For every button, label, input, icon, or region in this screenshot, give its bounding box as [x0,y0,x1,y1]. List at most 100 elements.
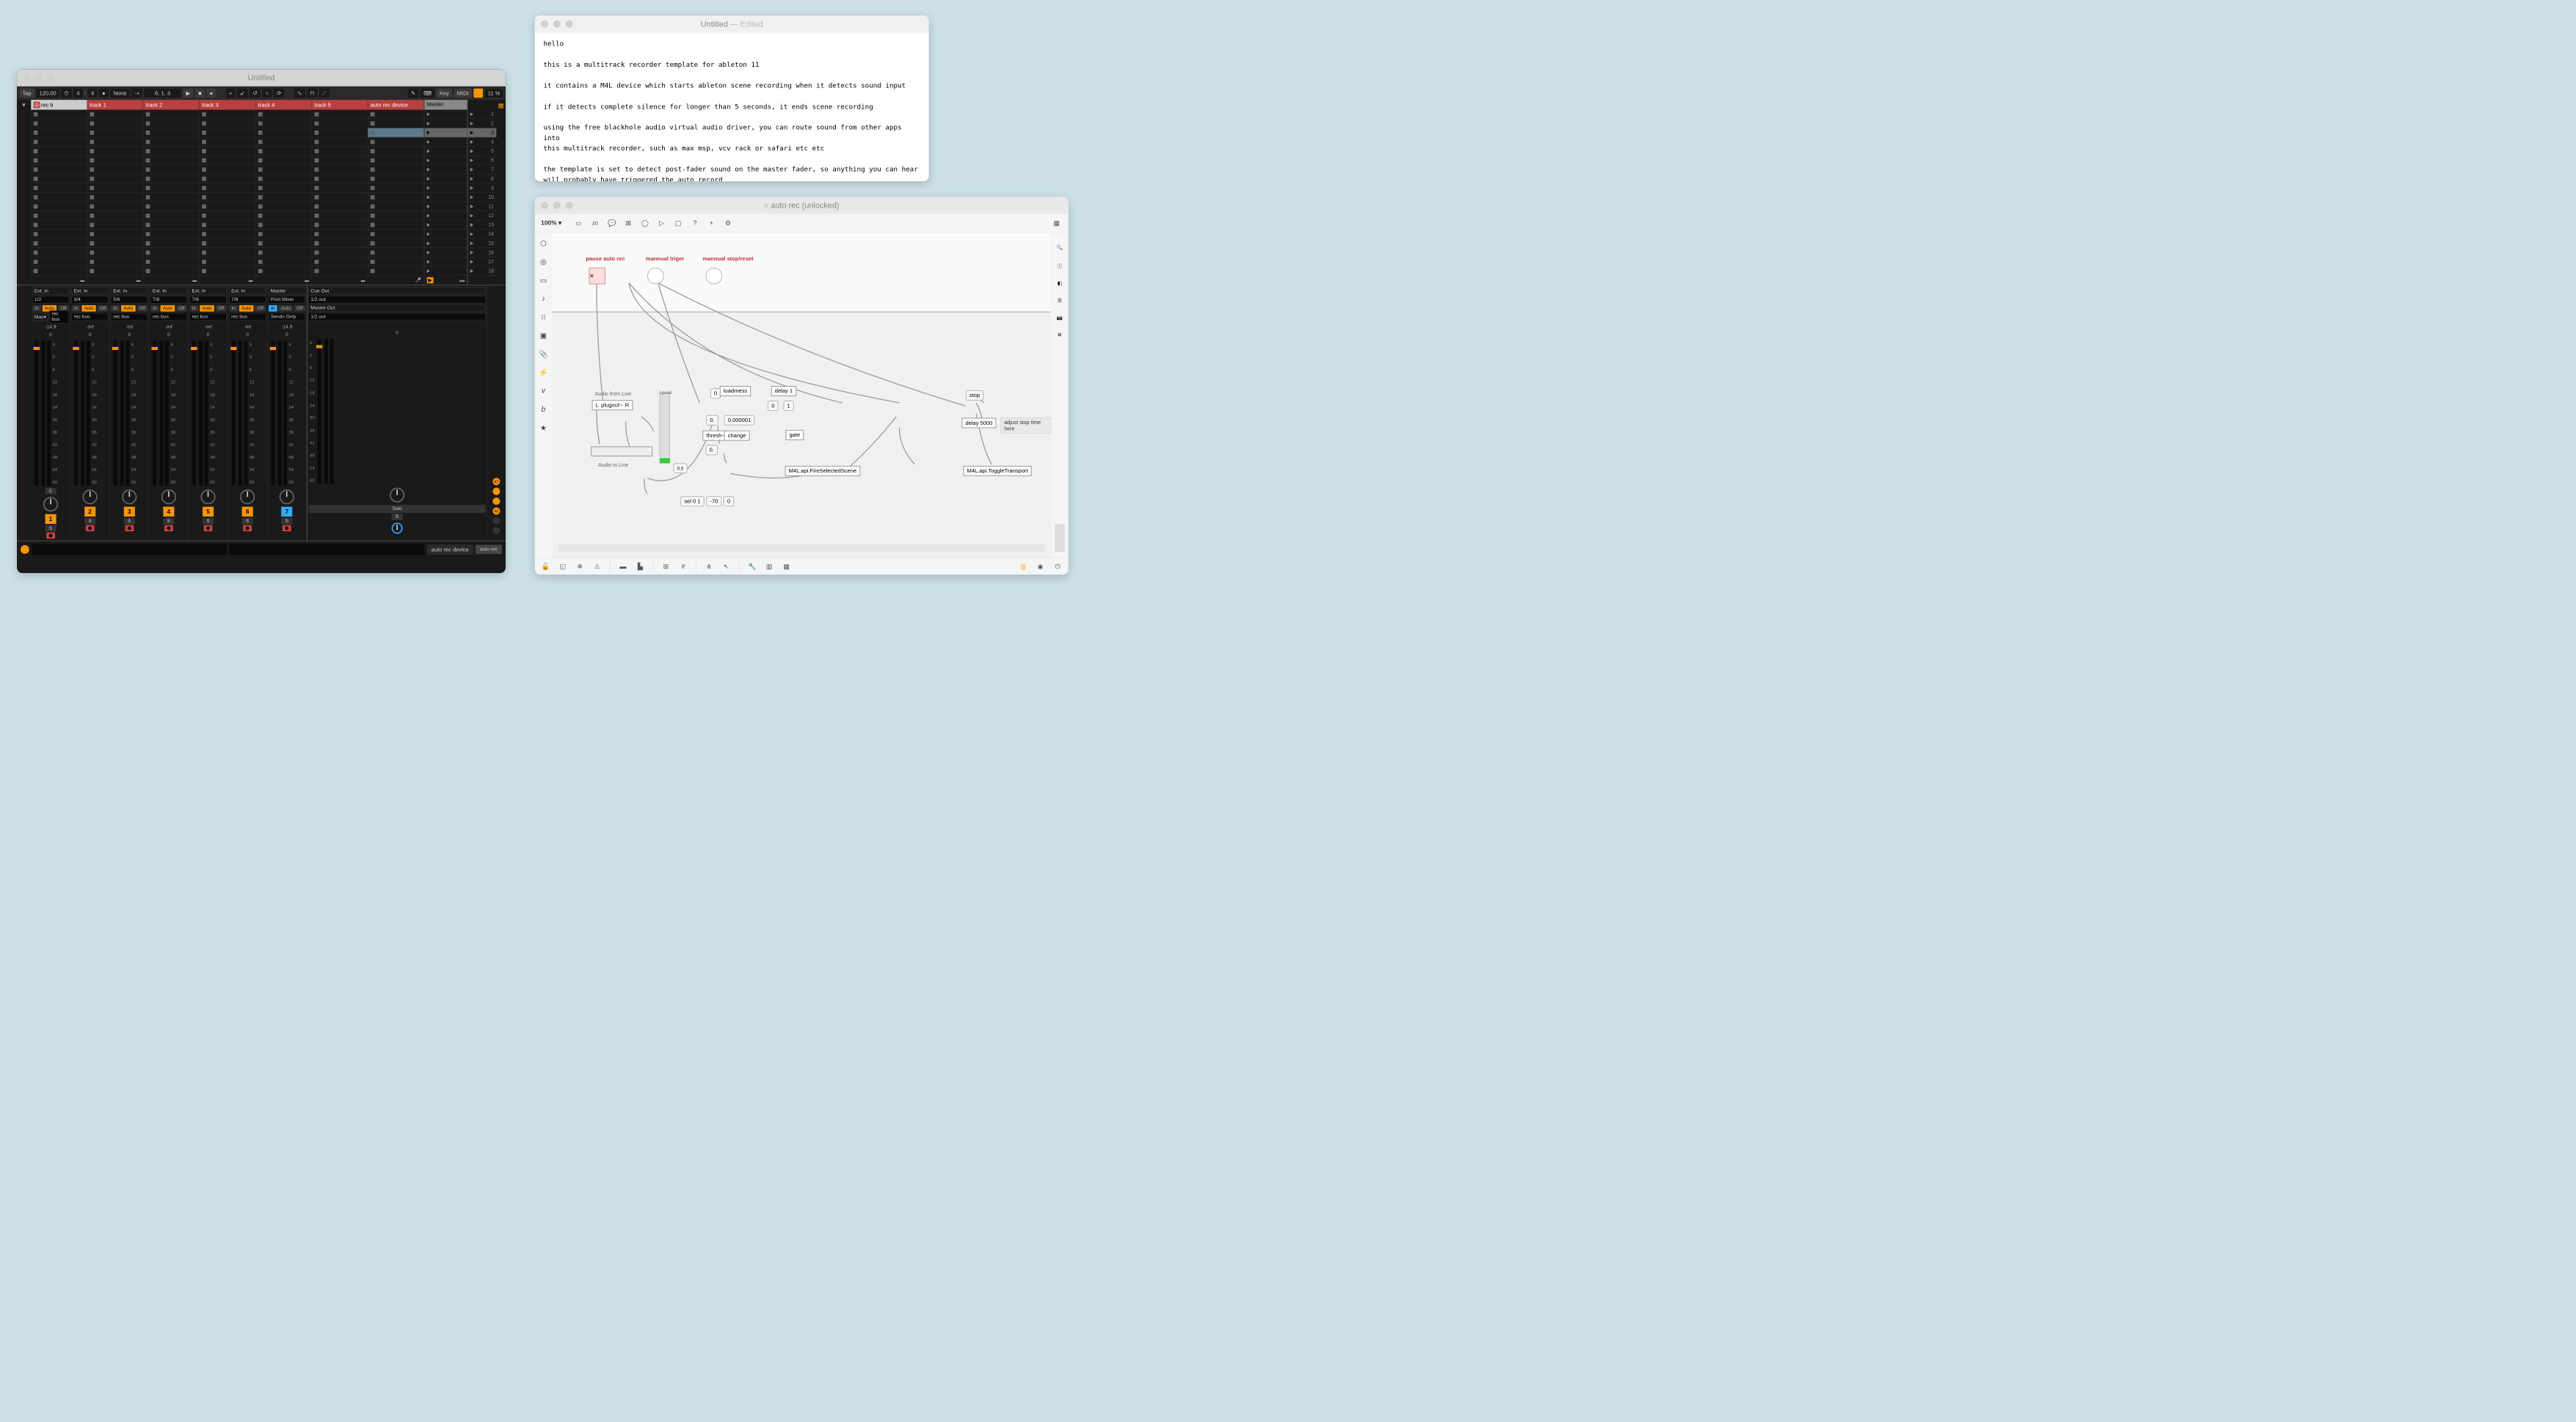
master-scene-slot[interactable] [424,193,467,203]
clip-slot[interactable] [255,137,311,147]
clip-slot[interactable] [200,230,255,239]
scene-launch[interactable]: 1 [467,110,496,120]
clip-slot[interactable] [87,147,143,156]
output-routing[interactable]: rec bus [50,310,69,324]
tempo-field[interactable]: 120.00 [36,89,59,98]
clip-slot[interactable] [87,266,143,276]
send-value[interactable]: 0 [72,332,109,338]
input-type[interactable]: Ext. In [150,288,187,295]
clip-slot[interactable] [312,266,368,276]
stop-msg[interactable]: stop [966,390,983,401]
minimize-icon[interactable] [553,21,561,28]
delay1-object[interactable]: delay 1 [771,386,796,396]
monitor-off[interactable]: Off [294,305,305,312]
sidebar-icon[interactable]: ◧ [1058,280,1062,286]
plug-icon[interactable]: ⚡ [539,368,548,377]
clip-slot[interactable] [200,238,255,248]
master-scene-slot[interactable] [424,137,467,147]
clip-slot[interactable] [368,165,423,175]
monitor-in[interactable]: In [111,305,120,312]
device-slot[interactable] [32,544,227,555]
clip-slot[interactable] [31,128,87,138]
track-header[interactable]: auto rec device [368,100,423,109]
clip-slot[interactable] [143,128,199,138]
clip-slot[interactable] [200,156,255,165]
image-icon[interactable]: ▣ [539,331,548,340]
note-icon[interactable]: ♪ [539,293,548,303]
clip-slot[interactable] [200,128,255,138]
clip-slot[interactable] [255,119,311,128]
scene-launch[interactable]: 17 [467,258,496,267]
clip-slot[interactable] [200,266,255,276]
master-scene-slot[interactable] [424,202,467,211]
clip-slot[interactable] [200,174,255,183]
gear-icon[interactable]: ⚙ [722,217,733,228]
curve2-button[interactable]: ⟋ [319,89,330,98]
zoom-icon[interactable] [566,202,573,209]
clip-slot[interactable] [87,238,143,248]
track-activator[interactable]: 1 [45,514,56,524]
message-icon[interactable]: m [590,217,601,228]
output-routing[interactable]: Sends Only [269,313,305,321]
power-icon[interactable]: ⏻ [1053,562,1063,572]
clip-slot[interactable] [31,258,87,267]
track-activator[interactable]: 7 [281,507,292,517]
midi-map-button[interactable]: MIDI [454,89,472,98]
sig-numerator[interactable]: 4 [73,89,83,98]
db-value[interactable]: -Inf [111,324,148,330]
clip-slot[interactable] [143,202,199,211]
pan-knob[interactable] [240,489,255,504]
input-channel[interactable]: Post Mixer [269,296,305,303]
clip-slot[interactable] [368,147,423,156]
clip-slot[interactable] [87,165,143,175]
master-scene-slot[interactable] [424,183,467,193]
input-type[interactable]: Ext. In [111,288,148,295]
clip-slot[interactable] [31,147,87,156]
master-send[interactable]: 0 [308,329,485,336]
track-activator[interactable]: 4 [163,507,174,517]
scene-launch[interactable]: 4 [467,137,496,147]
master-scene-slot[interactable] [424,174,467,183]
clip-slot[interactable] [200,137,255,147]
clip-slot[interactable] [312,202,368,211]
audio-on-icon[interactable]: ||| [1019,562,1028,572]
clip-slot[interactable] [312,165,368,175]
clip-slot[interactable] [312,258,368,267]
toggle-icon[interactable]: ⊠ [623,217,634,228]
master-header[interactable]: Master [424,100,467,109]
input-type[interactable]: Ext. In [229,288,266,295]
send-value[interactable]: 0 [269,332,305,338]
monitor-auto[interactable]: Auto [279,305,294,312]
track-activator[interactable]: 5 [203,507,214,517]
track-header[interactable]: track 2 [143,100,199,109]
video-icon[interactable]: v [539,386,548,395]
delay5000-object[interactable]: delay 5000 [961,418,996,429]
monitor-auto[interactable]: Auto [200,305,214,312]
calendar-icon[interactable]: ▦ [1051,217,1062,228]
close-icon[interactable] [541,202,548,209]
capture-button[interactable]: ↺ [250,89,261,98]
clip-slot[interactable] [255,258,311,267]
clip-slot[interactable] [255,211,311,221]
session-rec-button[interactable]: ○ [262,89,272,98]
output-routing[interactable]: rec bus [111,313,148,321]
clip-slot[interactable] [143,220,199,230]
c-button[interactable]: C [45,488,56,495]
clip-slot[interactable] [255,147,311,156]
clip-slot[interactable] [255,193,311,203]
clip-slot[interactable] [31,202,87,211]
warning-icon[interactable]: ⚠ [592,562,602,572]
send-value[interactable]: 0 [32,332,69,338]
clip-slot[interactable] [87,128,143,138]
scene-launch[interactable]: 9 [467,183,496,193]
master-channel[interactable]: 1/2 out [308,313,485,321]
clip-slot[interactable] [31,174,87,183]
ableton-titlebar[interactable]: Untitled [17,69,506,86]
arm-button[interactable] [86,525,95,531]
input-channel[interactable]: 7/8 [229,296,266,303]
plugin-placeholder[interactable] [591,447,652,456]
max-titlebar[interactable]: ≡ auto rec (unlocked) [535,197,1069,214]
clip-slot[interactable] [87,137,143,147]
comment-stop[interactable]: mannual stop/reset [699,254,756,263]
db-value[interactable]: -Inf [190,324,227,330]
